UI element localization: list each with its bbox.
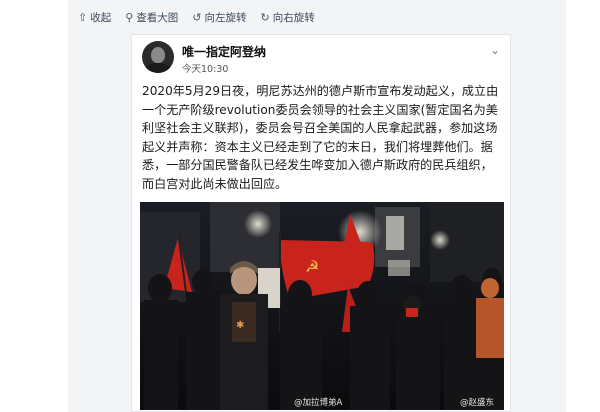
- watermark-left: @加拉博弟A: [294, 398, 343, 408]
- protest-photo: ☭ ✱: [140, 202, 504, 410]
- chevron-down-icon[interactable]: ⌄: [490, 43, 500, 57]
- view-large-label: 查看大图: [136, 11, 179, 24]
- rotate-left-icon: ↺: [192, 10, 202, 24]
- rotate-right-label: 向右旋转: [272, 11, 315, 24]
- rotate-right-button[interactable]: ↻ 向右旋转: [261, 10, 315, 25]
- collapse-label: 收起: [90, 11, 112, 24]
- post-timestamp: 今天10:30: [182, 64, 229, 75]
- magnifier-icon: ⚲: [125, 10, 134, 24]
- svg-text:✱: ✱: [236, 320, 244, 331]
- view-large-button[interactable]: ⚲ 查看大图: [125, 10, 178, 25]
- rotate-left-label: 向左旋转: [204, 11, 247, 24]
- username[interactable]: 唯一指定阿登纳: [182, 43, 266, 60]
- svg-text:☭: ☭: [305, 257, 319, 276]
- watermark-right: @赵盛东: [460, 398, 495, 408]
- avatar[interactable]: [142, 41, 174, 73]
- rotate-right-icon: ↻: [260, 10, 270, 24]
- collapse-button[interactable]: ⇧ 收起: [78, 10, 111, 25]
- post-text: 2020年5月29日夜，明尼苏达州的德卢斯市宣布发动起义，成立由一个无产阶级re…: [142, 84, 499, 191]
- post-card: 唯一指定阿登纳 今天10:30 ⌄ 2020年5月29日夜，明尼苏达州的德卢斯市…: [131, 34, 511, 412]
- rotate-left-button[interactable]: ↺ 向左旋转: [192, 10, 246, 25]
- post-image[interactable]: ☭ ✱ @加拉博弟A @赵盛东: [140, 202, 504, 410]
- viewer-toolbar: ⇧ 收起 ⚲ 查看大图 ↺ 向左旋转 ↻ 向右旋转: [78, 6, 315, 28]
- collapse-icon: ⇧: [78, 10, 88, 24]
- post-header: 唯一指定阿登纳 今天10:30 ⌄: [142, 41, 502, 75]
